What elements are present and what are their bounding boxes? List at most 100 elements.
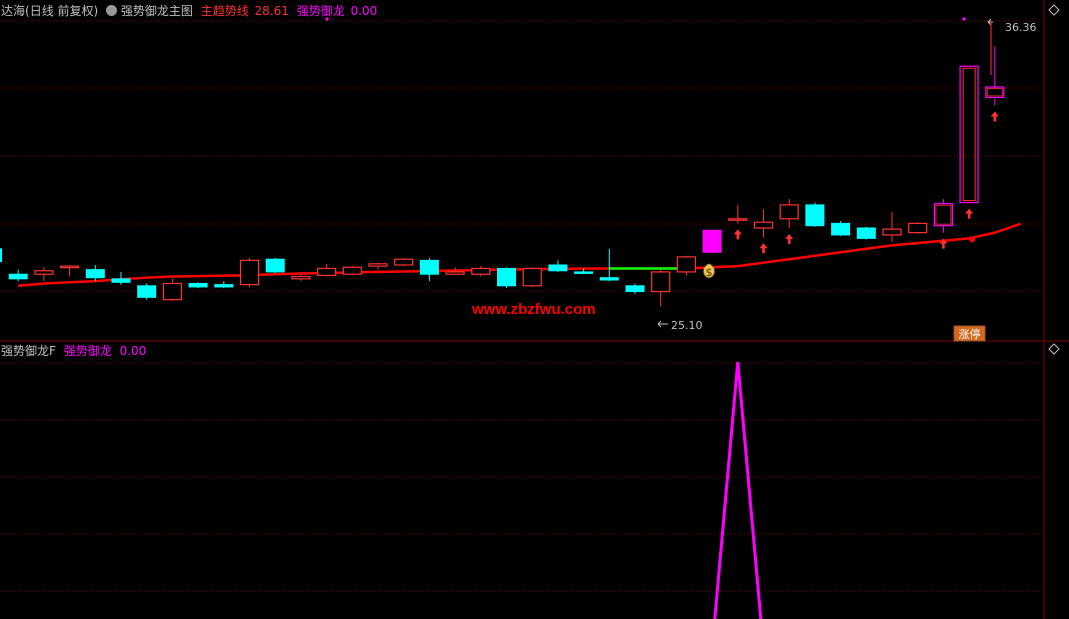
candle-body <box>805 204 825 227</box>
candle-body <box>908 222 928 234</box>
candle-body <box>651 271 671 293</box>
candle-body <box>291 275 311 280</box>
candle <box>342 266 362 276</box>
candle-body <box>497 267 516 287</box>
candle <box>702 229 722 254</box>
buy-arrow-icon <box>990 111 999 122</box>
candle-body <box>214 284 234 288</box>
candle-body <box>856 227 876 239</box>
trend-dot <box>969 236 976 243</box>
candle <box>908 222 928 234</box>
limit-up-tag: 涨停 <box>953 325 986 342</box>
candle <box>0 248 2 263</box>
candle <box>188 282 208 289</box>
candle <box>497 267 516 289</box>
buy-arrow-shape <box>990 111 999 122</box>
main-header: 达海(日线 前复权) 强势御龙主图 主趋势线 28.61 强势御龙 0.00 <box>1 4 377 18</box>
candle <box>548 260 568 272</box>
buy-arrow-shape <box>733 229 742 240</box>
signal-label: 强势御龙 <box>296 4 345 18</box>
signal-dot-icon <box>962 17 966 21</box>
candle <box>933 199 954 233</box>
buy-arrow-icon <box>785 234 794 244</box>
candle-body <box>471 267 491 275</box>
candle-body <box>8 273 28 280</box>
buy-arrow-icon <box>965 208 974 219</box>
candle-body <box>265 258 285 273</box>
candle <box>805 202 825 227</box>
buy-arrow-icon <box>733 229 742 240</box>
buy-arrow-shape <box>759 243 768 254</box>
money-bag-icon: $ <box>703 263 715 279</box>
candle <box>394 258 414 267</box>
candle <box>753 209 774 238</box>
candle-body <box>676 256 697 273</box>
candle <box>368 262 388 270</box>
candle <box>59 264 80 277</box>
trend-label: 主趋势线 <box>200 4 249 18</box>
indicator-name[interactable]: 强势御龙主图 <box>121 4 193 18</box>
candle <box>419 258 439 282</box>
sub-header: 强势御龙F 强势御龙 0.00 <box>1 344 146 358</box>
candle-body <box>317 267 337 276</box>
limit-up-label: 涨停 <box>959 327 981 341</box>
candle <box>239 258 260 287</box>
sub-indicator-name[interactable]: 强势御龙F <box>1 344 56 358</box>
signal-line <box>713 361 763 619</box>
candle <box>214 281 234 289</box>
candle-body <box>933 203 954 227</box>
low-price-annotation: 25.10 <box>657 319 703 332</box>
candle-body <box>574 271 594 274</box>
candle <box>625 283 645 294</box>
sub-signal-value: 0.00 <box>119 344 147 358</box>
candle <box>317 263 337 277</box>
candle <box>8 269 28 282</box>
candle-body <box>753 221 774 229</box>
diamond-icon[interactable] <box>1048 343 1060 355</box>
candle-body-inner <box>935 204 952 225</box>
candlestick-series <box>0 46 1005 307</box>
candle-body <box>85 269 105 279</box>
candle-body <box>239 259 260 286</box>
candle-body <box>419 259 439 275</box>
candle <box>162 278 182 301</box>
candle-body <box>342 266 362 275</box>
low-price-label: 25.10 <box>671 319 703 332</box>
diamond-icon[interactable] <box>1048 4 1060 16</box>
candle <box>856 226 876 240</box>
candle-body <box>548 264 568 272</box>
watermark: www.zbzfwu.com <box>471 301 596 318</box>
candle-body <box>882 228 902 236</box>
period-label: (日线 前复权) <box>25 4 99 18</box>
candle <box>959 65 979 204</box>
candle-body <box>779 204 799 220</box>
candle-body <box>445 271 465 275</box>
high-price-label: 36.36 <box>1005 21 1037 34</box>
candle <box>265 258 285 274</box>
candle-body <box>368 263 388 267</box>
candle <box>985 46 1005 106</box>
candle <box>831 221 851 237</box>
candle-body <box>34 270 54 275</box>
svg-text:$: $ <box>706 266 713 279</box>
candle <box>291 274 311 282</box>
candle-body <box>702 229 722 253</box>
candle <box>34 267 54 282</box>
candle-body <box>728 218 748 221</box>
candle <box>599 248 619 282</box>
candle <box>651 269 671 307</box>
settings-icon[interactable] <box>106 5 118 16</box>
candle-body <box>111 278 131 283</box>
buy-arrow-icon <box>759 243 768 254</box>
candle <box>882 211 902 242</box>
signal-line-path <box>713 361 763 619</box>
candle-body <box>0 248 2 263</box>
candle <box>728 204 748 224</box>
candle <box>522 267 542 287</box>
buy-arrow-shape <box>965 208 974 219</box>
candle <box>676 255 697 276</box>
candle-body <box>394 258 414 266</box>
candle-body <box>188 282 208 288</box>
candle-body <box>137 285 157 298</box>
candle-body <box>831 222 851 236</box>
